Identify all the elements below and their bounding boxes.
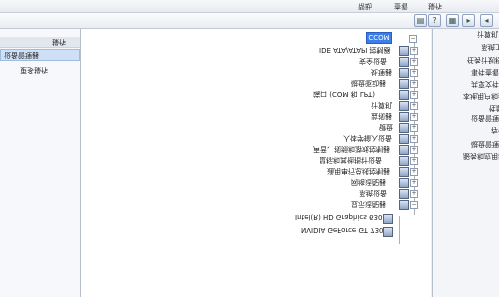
processor-icon [399, 68, 409, 78]
display-adapter-icon [383, 214, 393, 224]
tree-child-item[interactable]: Intel(R) HD Graphics 630 [81, 213, 421, 225]
tree-item-label: 计算机 [371, 101, 392, 109]
usb-controller-icon [399, 167, 409, 177]
expand-icon[interactable]: + [410, 168, 418, 176]
tree-child-label: Intel(R) HD Graphics 630 [295, 213, 383, 221]
tree-item-label: 安全设备 [359, 57, 387, 65]
console-tree-pane: 计算机 系统工具 任务计划程序 事件查看器 共享文件夹 本地用户和组 性能 设备… [432, 29, 499, 297]
ide-controller-icon [399, 46, 409, 56]
network-adapter-icon [399, 178, 409, 188]
actions-pane: 操作 设备管理器 更多操作 [0, 29, 81, 297]
tree-item-label: 处理器 [371, 68, 392, 76]
expand-icon[interactable]: + [410, 47, 418, 55]
console-item[interactable]: 磁盘管理 [471, 139, 499, 149]
menu-action[interactable]: 操作 [428, 1, 442, 11]
expand-icon[interactable]: + [410, 146, 418, 154]
menu-bar: 帮助 查看 操作 [0, 0, 499, 13]
tree-child-label: NVIDIA GeForce GT 730 [301, 226, 384, 234]
sound-icon [399, 145, 409, 155]
mouse-icon [399, 156, 409, 166]
tree-item-label: 磁盘驱动器 [351, 79, 386, 87]
tree-item-label: 系统设备 [359, 189, 387, 197]
tree-item-label: 显示适配器 [351, 200, 386, 208]
toolbar: ▤ ? ▦ ▸ ◂ [0, 13, 499, 29]
disk-drive-icon [399, 79, 409, 89]
display-adapter-icon [399, 200, 409, 210]
actions-selected-label: 设备管理器 [4, 51, 39, 59]
tree-root-expander[interactable]: − [409, 33, 429, 45]
tree-item-expanded[interactable]: 显示适配器 − [81, 199, 421, 211]
expand-icon[interactable]: + [410, 135, 418, 143]
expand-icon[interactable]: + [410, 179, 418, 187]
tree-item-label: 网络适配器 [351, 178, 386, 186]
menu-view[interactable]: 查看 [394, 1, 408, 11]
grid-icon[interactable]: ▦ [446, 14, 459, 27]
expand-icon[interactable]: + [410, 69, 418, 77]
expand-icon[interactable]: + [410, 91, 418, 99]
back-icon[interactable]: ◂ [480, 14, 493, 27]
display-adapter-icon [383, 227, 393, 237]
help-icon[interactable]: ? [428, 14, 441, 27]
forward-icon[interactable]: ▸ [462, 14, 475, 27]
console-item[interactable]: 服务和应用程序 [463, 151, 499, 161]
expand-icon[interactable]: + [410, 113, 418, 121]
tree-root-label: CCOM [368, 33, 390, 41]
tree-item-label: 人体学输入设备 [343, 134, 392, 142]
tree-item-label: 声音、视频和游戏控制器 [313, 145, 390, 153]
console-item[interactable]: 事件查看器 [471, 67, 499, 77]
tree-item-label: IDE ATA/ATAPI 控制器 [319, 46, 391, 54]
device-tree-pane: − IDE ATA/ATAPI 控制器 + 安全设备 + 处理器 + 磁盘驱动器… [81, 29, 431, 297]
console-item[interactable]: 计算机 [477, 29, 498, 39]
tree-item-label: 键盘 [379, 123, 393, 131]
expand-icon[interactable]: + [410, 157, 418, 165]
menu-help[interactable]: 帮助 [358, 1, 372, 11]
console-item[interactable]: 性能 [489, 103, 499, 113]
console-item[interactable]: 系统工具 [481, 42, 499, 52]
actions-more-link[interactable]: 更多操作 [20, 65, 48, 75]
tree-item-label: 鼠标和其他指针设备 [319, 156, 382, 164]
expand-icon[interactable]: + [410, 58, 418, 66]
expand-icon[interactable]: + [410, 102, 418, 110]
collapse-icon[interactable]: − [410, 201, 418, 209]
keyboard-icon [399, 123, 409, 133]
console-item[interactable]: 存储 [491, 125, 499, 135]
tree-child-item[interactable]: NVIDIA GeForce GT 730 [81, 226, 421, 238]
tree-item-label: 端口 (COM 和 LPT) [313, 90, 375, 98]
console-item[interactable]: 共享文件夹 [471, 79, 499, 89]
expand-icon[interactable]: + [410, 80, 418, 88]
console-item[interactable]: 设备管理器 [471, 113, 499, 123]
console-item[interactable]: 本地用户和组 [463, 91, 499, 101]
security-device-icon [399, 57, 409, 67]
tree-item-label: 监视器 [371, 112, 392, 120]
expand-icon[interactable]: + [410, 190, 418, 198]
computer-icon [399, 101, 409, 111]
expand-icon[interactable]: + [410, 124, 418, 132]
system-device-icon [399, 189, 409, 199]
console-item[interactable]: 任务计划程序 [467, 55, 499, 65]
properties-icon[interactable]: ▤ [414, 14, 427, 27]
tree-root-node[interactable]: CCOM [366, 32, 392, 44]
port-icon [399, 90, 409, 100]
monitor-icon [399, 112, 409, 122]
tree-item-label: 通用串行总线控制器 [327, 167, 390, 175]
hid-icon [399, 134, 409, 144]
collapse-icon[interactable]: − [409, 35, 417, 43]
actions-header [0, 37, 80, 48]
actions-header-label: 操作 [52, 38, 66, 46]
